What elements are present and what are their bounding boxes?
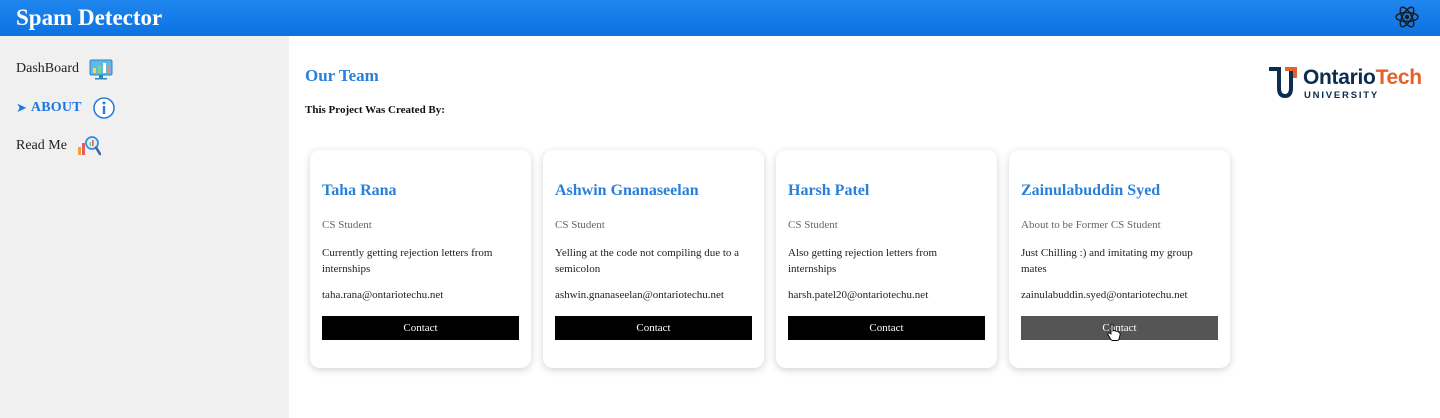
member-email: ashwin.gnanaseelan@ontariotechu.net bbox=[555, 289, 724, 301]
react-atom-icon[interactable] bbox=[1394, 4, 1420, 30]
member-description: Yelling at the code not compiling due to… bbox=[555, 247, 740, 275]
page-subtitle: This Project Was Created By: bbox=[305, 104, 445, 116]
magnifier-chart-icon bbox=[77, 136, 101, 156]
sidebar-item-label: DashBoard bbox=[16, 61, 79, 76]
logo-subtext: UNIVERSITY bbox=[1304, 90, 1380, 101]
member-role: CS Student bbox=[788, 219, 838, 231]
member-name: Harsh Patel bbox=[788, 182, 870, 199]
contact-button[interactable]: Contact bbox=[788, 316, 985, 340]
sidebar-item-dashboard[interactable]: DashBoard bbox=[16, 58, 113, 80]
member-role: CS Student bbox=[555, 219, 605, 231]
top-bar: Spam Detector bbox=[0, 0, 1440, 36]
member-role: About to be Former CS Student bbox=[1021, 219, 1161, 231]
hand-cursor-icon bbox=[1107, 323, 1121, 341]
member-role: CS Student bbox=[322, 219, 372, 231]
sidebar-item-label: ABOUT bbox=[30, 100, 82, 115]
dashboard-monitor-icon bbox=[89, 59, 113, 80]
member-description: Currently getting rejection letters from… bbox=[322, 247, 493, 275]
member-name: Zainulabuddin Syed bbox=[1021, 182, 1161, 199]
main-content: Our Team This Project Was Created By: On… bbox=[289, 36, 1440, 418]
member-email: harsh.patel20@ontariotechu.net bbox=[788, 289, 929, 301]
sidebar: DashBoard ➤ ABOUT Read Me bbox=[0, 36, 289, 418]
contact-button[interactable]: Contact bbox=[555, 316, 752, 340]
team-card: Ashwin Gnanaseelan CS Student Yelling at… bbox=[543, 150, 764, 368]
member-description: Also getting rejection letters from inte… bbox=[788, 247, 938, 275]
ontario-tech-shield-icon bbox=[1269, 67, 1297, 99]
sidebar-item-label: Read Me bbox=[16, 138, 67, 153]
sidebar-item-readme[interactable]: Read Me bbox=[16, 134, 101, 158]
sidebar-item-about[interactable]: ➤ ABOUT bbox=[16, 96, 116, 120]
page-title: Our Team bbox=[305, 66, 379, 85]
team-card: Harsh Patel CS Student Also getting reje… bbox=[776, 150, 997, 368]
member-name: Ashwin Gnanaseelan bbox=[555, 182, 699, 199]
member-name: Taha Rana bbox=[322, 182, 397, 199]
app-title: Spam Detector bbox=[16, 5, 163, 30]
contact-button[interactable]: Contact bbox=[322, 316, 519, 340]
member-email: taha.rana@ontariotechu.net bbox=[322, 289, 444, 301]
team-card: Taha Rana CS Student Currently getting r… bbox=[310, 150, 531, 368]
ontario-tech-logo: OntarioTech UNIVERSITY bbox=[1265, 66, 1429, 106]
logo-wordmark: OntarioTech bbox=[1303, 66, 1422, 89]
member-description: Just Chilling :) and imitating my group … bbox=[1021, 247, 1193, 275]
member-email: zainulabuddin.syed@ontariotechu.net bbox=[1021, 289, 1188, 301]
team-card: Zainulabuddin Syed About to be Former CS… bbox=[1009, 150, 1230, 368]
active-arrow-icon: ➤ bbox=[16, 100, 27, 115]
info-icon bbox=[92, 97, 115, 119]
